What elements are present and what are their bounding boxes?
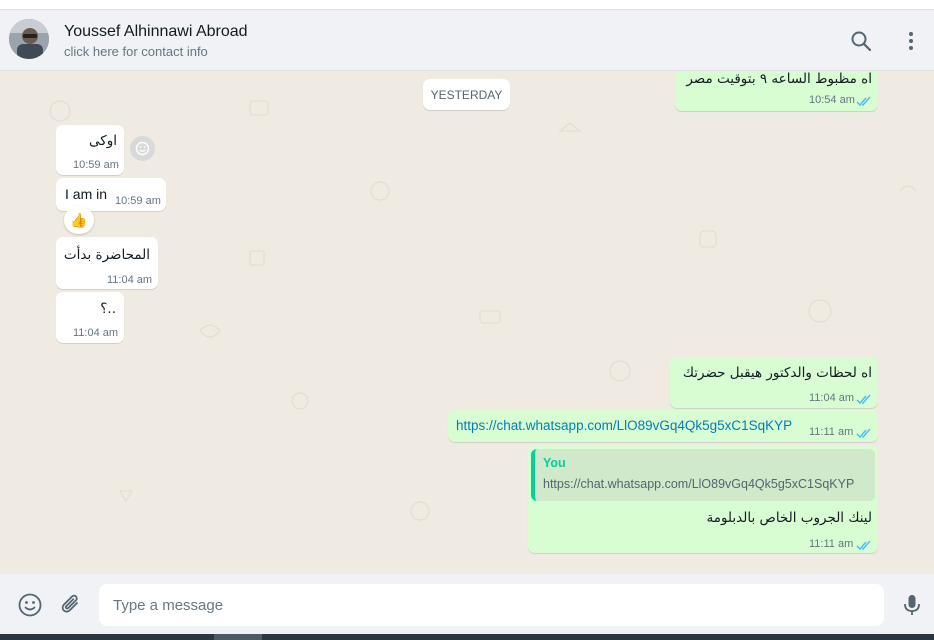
message-text: اه مظبوط الساعه ٩ بتوقيت مصر [686,71,872,87]
message-text: المحاضرة بدأت [63,247,150,263]
message-time: 11:04 am [73,327,119,339]
search-icon[interactable] [849,29,873,53]
message-text: ..؟ [100,301,116,317]
emoji-icon[interactable] [17,592,43,618]
message-text: لينك الجروب الخاص بالدبلومة [706,510,872,526]
taskbar-strip [0,634,934,640]
add-reaction-icon[interactable] [130,136,155,161]
quote-author: You [543,456,566,470]
message-link[interactable]: https://chat.whatsapp.com/LlO89vGq4Qk5g5… [456,418,792,433]
message-list[interactable]: YESTERDAY اه مظبوط الساعه ٩ بتوقيت مصر 1… [0,71,934,574]
message-time: 10:59 am [115,195,161,207]
window-top-bar [0,0,934,10]
read-receipt-icon [856,394,871,405]
message-text: اه لحظات والدكتور هيقبل حضرتك [682,365,872,381]
message-text: I am in [65,186,108,202]
message-bubble-outgoing[interactable]: اه لحظات والدكتور هيقبل حضرتك 11:04 am [670,357,878,408]
reaction-badge[interactable]: 👍 [64,206,94,234]
message-time: 11:04 am [809,392,855,404]
day-divider: YESTERDAY [423,79,510,110]
read-receipt-icon [856,540,871,551]
read-receipt-icon [856,428,871,439]
compose-bar [0,574,934,634]
message-time: 11:04 am [107,274,153,286]
message-time: 10:59 am [73,159,119,171]
contact-info-hint[interactable]: click here for contact info [64,44,208,59]
message-time: 11:11 am [809,426,854,438]
quote-text: https://chat.whatsapp.com/LlO89vGq4Qk5g5… [543,477,855,491]
message-bubble-outgoing[interactable]: اه مظبوط الساعه ٩ بتوقيت مصر 10:54 am [675,71,878,111]
message-time: 10:54 am [809,94,855,106]
message-bubble-incoming[interactable]: المحاضرة بدأت 11:04 am [56,237,158,289]
read-receipt-icon [856,96,871,107]
menu-icon[interactable] [899,29,923,53]
attach-icon[interactable] [58,592,84,618]
avatar[interactable] [9,19,49,59]
message-bubble-outgoing[interactable]: https://chat.whatsapp.com/LlO89vGq4Qk5g5… [448,410,878,442]
contact-name[interactable]: Youssef Alhinnawi Abroad [64,23,248,41]
chat-header[interactable]: Youssef Alhinnawi Abroad click here for … [0,10,934,71]
quoted-message[interactable]: You https://chat.whatsapp.com/LlO89vGq4Q… [531,449,875,501]
message-time: 11:11 am [809,538,854,550]
message-input[interactable] [99,584,884,626]
mic-icon[interactable] [899,592,925,618]
message-bubble-incoming[interactable]: اوكى 10:59 am [56,125,124,175]
message-bubble-incoming[interactable]: ..؟ 11:04 am [56,292,124,343]
message-text: اوكى [89,133,117,149]
